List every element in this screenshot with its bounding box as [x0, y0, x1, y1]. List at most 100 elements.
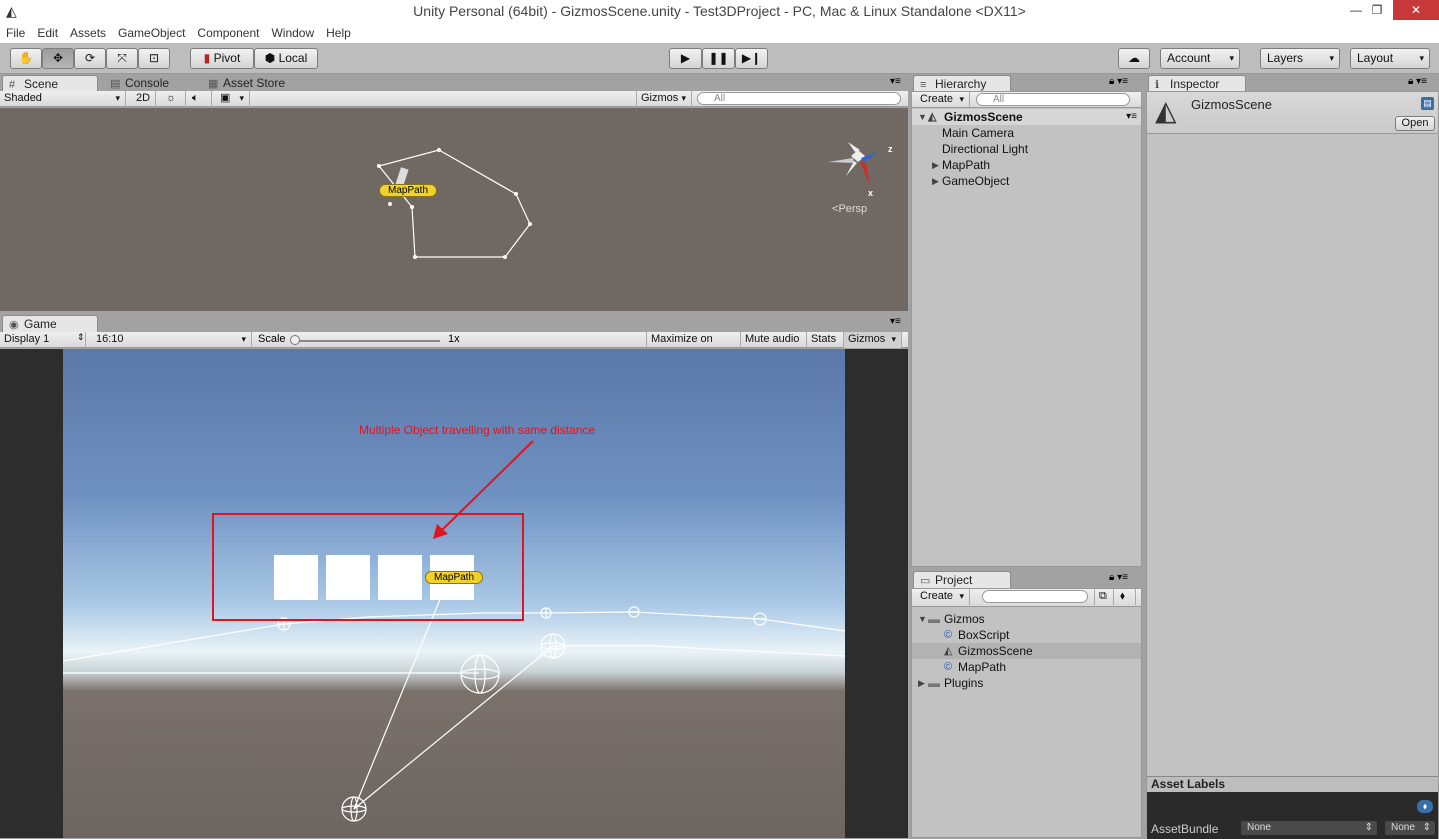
account-dropdown[interactable]: Account: [1160, 48, 1240, 69]
hand-tool-button[interactable]: ✋: [10, 48, 42, 69]
tab-game[interactable]: ◉ Game: [2, 315, 98, 332]
lighting-toggle[interactable]: ☼: [162, 91, 186, 107]
pause-button[interactable]: ❚❚: [702, 48, 735, 69]
hierarchy-scene-row[interactable]: ▼ ◭ GizmosScene ▾≡: [912, 109, 1141, 125]
2d-toggle[interactable]: 2D: [132, 91, 156, 107]
folder-gizmos[interactable]: ▼ ▬ Gizmos: [918, 611, 985, 627]
menu-window[interactable]: Window: [265, 23, 320, 43]
display-stepper-icon: ⇕: [77, 332, 85, 342]
inspector-header: ◭ GizmosScene ▤ Open: [1147, 92, 1438, 134]
variant-dropdown[interactable]: None ⇕: [1385, 821, 1435, 835]
local-toggle[interactable]: ⬢ Local: [254, 48, 318, 69]
hierarchy-lock-icon[interactable]: 🔒︎ ▾≡: [1109, 76, 1128, 87]
hierarchy-search-input[interactable]: All: [976, 93, 1130, 106]
project-lock-icon[interactable]: 🔒︎ ▾≡: [1109, 572, 1128, 583]
hierarchy-create-dropdown[interactable]: Create: [916, 92, 970, 108]
layers-dropdown[interactable]: Layers: [1260, 48, 1340, 69]
axis-z-label: z: [888, 144, 893, 154]
menu-help[interactable]: Help: [320, 23, 357, 43]
rect-tool-button[interactable]: ⊡: [138, 48, 170, 69]
asset-mappath[interactable]: © MapPath: [944, 659, 1006, 675]
panel-menu-icon[interactable]: ▾≡: [890, 76, 901, 87]
filter-label-button[interactable]: ⬧: [1116, 589, 1136, 605]
pivot-icon: ▮: [203, 51, 211, 65]
close-button[interactable]: ✕: [1393, 0, 1439, 20]
project-search-input[interactable]: [982, 590, 1088, 603]
play-button[interactable]: ▶: [669, 48, 702, 69]
game-panel-menu-icon[interactable]: ▾≡: [890, 316, 901, 327]
scale-slider[interactable]: [292, 340, 440, 342]
script-icon: ©: [944, 661, 953, 673]
move-tool-button[interactable]: ✥: [42, 48, 74, 69]
aspect-dropdown[interactable]: 16:10: [92, 332, 252, 348]
projection-label[interactable]: <Persp: [832, 203, 867, 215]
tab-project[interactable]: ▭ Project: [913, 571, 1011, 588]
tab-hierarchy[interactable]: ≡ Hierarchy: [913, 75, 1011, 92]
pivot-toggle[interactable]: ▮ Pivot: [190, 48, 254, 69]
folder-plugins-label: Plugins: [944, 676, 984, 690]
assetbundle-dropdown[interactable]: None ⇕: [1241, 821, 1377, 835]
restore-button[interactable]: ❐: [1362, 0, 1392, 20]
tab-asset-store[interactable]: ▦ Asset Store: [202, 75, 312, 92]
maximize-on-play-toggle[interactable]: Maximize on Play: [646, 332, 741, 360]
effects-dropdown[interactable]: ▣: [216, 91, 250, 107]
menu-edit[interactable]: Edit: [31, 23, 64, 43]
asset-boxscript[interactable]: © BoxScript: [944, 627, 1009, 643]
annotation-box: [212, 513, 524, 621]
menu-component[interactable]: Component: [191, 23, 265, 43]
audio-toggle[interactable]: 🔈︎: [188, 91, 212, 107]
inspector-lock-icon[interactable]: 🔒︎ ▾≡: [1408, 76, 1427, 87]
hierarchy-item-gameobject[interactable]: GameObject: [942, 173, 1009, 189]
scene-viewport[interactable]: MapPath z x <Persp: [0, 108, 908, 311]
scale-slider-thumb[interactable]: [290, 335, 300, 345]
game-gizmos-dropdown[interactable]: Gizmos: [844, 332, 902, 348]
tab-inspector[interactable]: ℹ Inspector: [1148, 75, 1246, 92]
scene-search-input[interactable]: All: [697, 92, 901, 105]
scene-tab-row: # Scene ▤ Console ▦ Asset Store ▾≡: [0, 74, 908, 92]
cloud-button[interactable]: ☁: [1118, 48, 1150, 69]
stats-toggle[interactable]: Stats: [807, 332, 844, 348]
filter-icon: ⧉: [1099, 590, 1107, 602]
scene-gizmo[interactable]: [828, 142, 878, 186]
title-bar: ◭ Unity Personal (64bit) - GizmosScene.u…: [0, 0, 1439, 23]
folder-plugins[interactable]: ▶ ▬ Plugins: [918, 675, 984, 691]
scene-options-icon[interactable]: ▾≡: [1126, 109, 1137, 125]
game-mappath-label: MapPath: [425, 571, 483, 584]
scene-gizmos-dropdown[interactable]: Gizmos: [636, 91, 692, 107]
stepper-icon: ⇕: [1364, 822, 1373, 833]
label-tag-icon[interactable]: ⬧: [1417, 800, 1433, 813]
scene-mappath-label: MapPath: [379, 184, 437, 197]
scale-tool-button[interactable]: ⤧: [106, 48, 138, 69]
unity-scene-icon: ◭: [928, 111, 937, 123]
help-book-icon[interactable]: ▤: [1421, 97, 1434, 110]
shading-dropdown[interactable]: Shaded: [0, 91, 126, 107]
step-button[interactable]: ▶❙: [735, 48, 768, 69]
rotate-tool-button[interactable]: ⟳: [74, 48, 106, 69]
hierarchy-item-mappath[interactable]: MapPath: [942, 157, 990, 173]
hierarchy-item-directional-light[interactable]: Directional Light: [942, 141, 1028, 157]
folder-icon: ▬: [928, 612, 940, 626]
display-dropdown[interactable]: Display 1: [0, 332, 86, 348]
asset-gizmosscene[interactable]: ◭ GizmosScene: [912, 643, 1141, 659]
filter-type-button[interactable]: ⧉: [1094, 589, 1114, 605]
tab-scene-label: Scene: [24, 77, 59, 91]
tab-console-label: Console: [125, 76, 170, 90]
tab-console[interactable]: ▤ Console: [104, 75, 202, 92]
collapsed-triangle-icon[interactable]: ▶: [932, 176, 939, 187]
menu-assets[interactable]: Assets: [64, 23, 112, 43]
collapsed-triangle-icon[interactable]: ▶: [932, 160, 939, 171]
tab-scene[interactable]: # Scene: [2, 75, 98, 92]
unity-scene-icon: ◭: [944, 645, 953, 657]
unity-scene-large-icon: ◭: [1155, 95, 1177, 126]
tab-asset-store-label: Asset Store: [223, 76, 286, 90]
menu-gameobject[interactable]: GameObject: [112, 23, 191, 43]
main-toolbar: ✋ ✥ ⟳ ⤧ ⊡ ▮ Pivot ⬢ Local ▶ ❚❚ ▶❙ ☁ Acco…: [0, 43, 1439, 74]
game-viewport[interactable]: Multiple Object travelling with same dis…: [0, 349, 908, 838]
persp-text: Persp: [838, 203, 868, 215]
menu-file[interactable]: File: [4, 23, 31, 43]
project-create-dropdown[interactable]: Create: [916, 589, 970, 605]
open-button[interactable]: Open: [1395, 116, 1435, 131]
layout-dropdown[interactable]: Layout: [1350, 48, 1430, 69]
mute-audio-toggle[interactable]: Mute audio: [741, 332, 807, 348]
hierarchy-item-main-camera[interactable]: Main Camera: [942, 125, 1014, 141]
